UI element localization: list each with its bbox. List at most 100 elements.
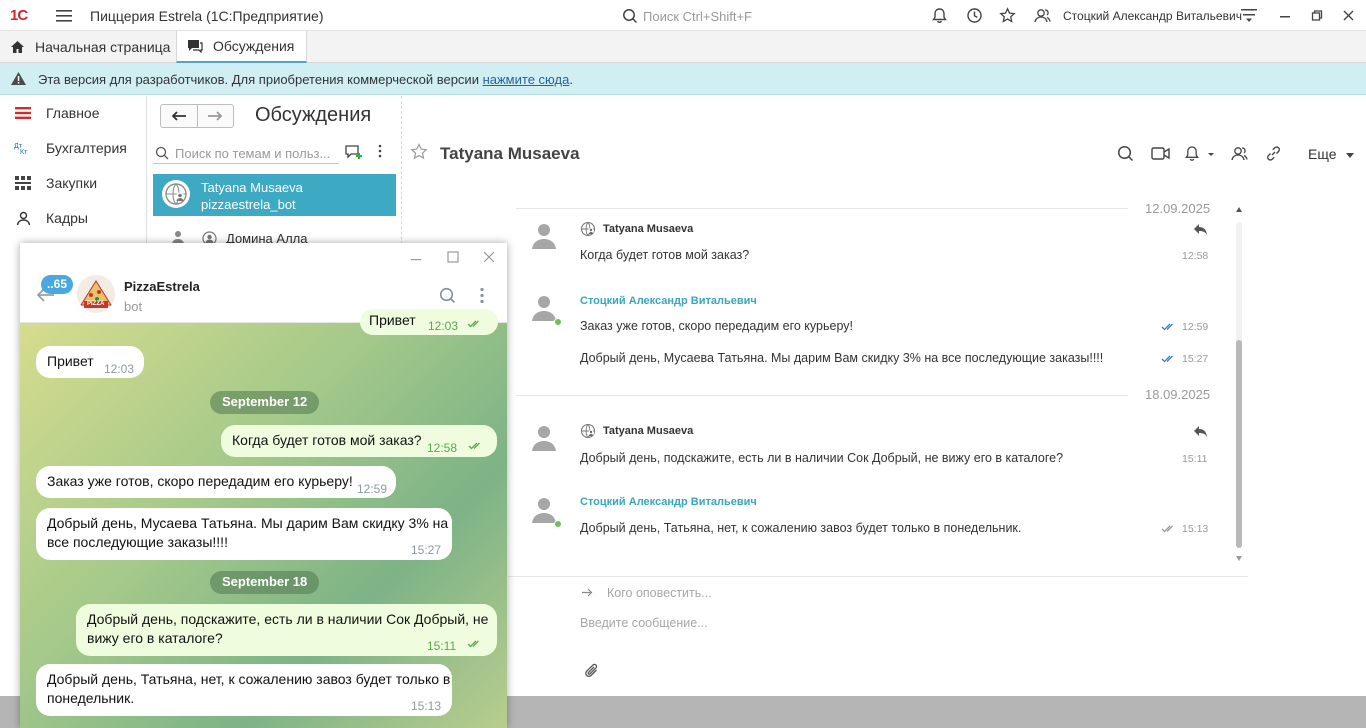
scroll-down-icon[interactable]: [1236, 556, 1242, 561]
tg-unread-badge: ..65: [41, 275, 74, 294]
conversation-search-placeholder: Поиск по темам и польз...: [175, 146, 331, 161]
purchases-icon: [0, 176, 46, 190]
online-status-dot: [554, 318, 562, 326]
read-checkmarks-icon: [467, 640, 479, 648]
tg-message-text: все последующие заказы!!!!: [47, 534, 228, 550]
message-time: 12:58: [1182, 250, 1209, 262]
search-icon[interactable]: [622, 8, 638, 24]
back-button[interactable]: [161, 105, 198, 127]
conversation-search-input[interactable]: Поиск по темам и польз...: [153, 142, 339, 164]
tab-discussions[interactable]: Обсуждения: [176, 31, 308, 63]
settings-menu-icon[interactable]: [1241, 7, 1257, 23]
new-discussion-icon[interactable]: [345, 144, 363, 161]
tg-message-time: 12:59: [357, 482, 388, 496]
tab-home-label: Начальная страница: [35, 39, 171, 55]
history-icon[interactable]: [966, 7, 983, 24]
tg-message-bubble[interactable]: Добрый день, Татьяна, нет, к сожалению з…: [36, 664, 452, 716]
tg-message-bubble[interactable]: Привет 12:03: [36, 346, 144, 378]
sidebar-item-purchases[interactable]: Закупки: [0, 166, 147, 200]
more-label: Еще: [1308, 146, 1337, 162]
avatar: [531, 222, 557, 250]
arrow-right-icon: [582, 588, 593, 597]
users-icon[interactable]: [1033, 7, 1051, 24]
tg-minimize-icon[interactable]: [410, 251, 422, 263]
online-status-dot: [554, 520, 562, 528]
read-checkmarks-icon: [1161, 322, 1176, 331]
tg-more-icon[interactable]: [479, 287, 485, 304]
debit-credit-icon: Дт Кт: [0, 141, 46, 155]
tg-message-bubble[interactable]: Заказ уже готов, скоро передадим его кур…: [36, 466, 396, 498]
favorites-star-icon[interactable]: [999, 7, 1016, 24]
sidebar-item-main[interactable]: Главное: [0, 96, 147, 130]
participants-icon[interactable]: [1230, 145, 1248, 162]
tab-home[interactable]: Начальная страница: [0, 31, 182, 63]
banner-link[interactable]: нажмите сюда: [483, 72, 570, 87]
message-text: Добрый день, подскажите, есть ли в налич…: [580, 451, 1064, 465]
conversation-name: Tatyana Musaeva: [201, 180, 303, 195]
reply-icon[interactable]: [1193, 425, 1208, 438]
tg-date-badge: September 12: [210, 391, 320, 414]
sidebar-item-hr[interactable]: Кадры: [0, 201, 147, 235]
scroll-up-icon[interactable]: [1236, 207, 1242, 212]
close-icon[interactable]: [1342, 7, 1355, 24]
notify-recipients-input[interactable]: Кого оповестить...: [607, 586, 712, 600]
conversation-subtitle: pizzaestrela_bot: [201, 197, 296, 212]
banner-suffix: .: [569, 72, 573, 87]
tg-message-time: 15:27: [411, 543, 442, 557]
tg-search-icon[interactable]: [439, 287, 456, 304]
tg-maximize-icon[interactable]: [447, 251, 459, 263]
date-separator-line: [516, 208, 1128, 209]
warning-icon: [10, 71, 27, 86]
global-search-input[interactable]: Поиск Ctrl+Shift+F: [643, 9, 752, 24]
link-icon[interactable]: [1265, 145, 1282, 162]
tab-bar: Начальная страница Обсуждения: [0, 31, 1366, 63]
main-menu-icon[interactable]: [56, 9, 72, 23]
tg-message-bubble[interactable]: Добрый день, подскажите, есть ли в налич…: [76, 604, 497, 656]
tg-message-text: понедельник.: [47, 690, 135, 706]
search-messages-icon[interactable]: [1117, 145, 1134, 162]
tg-message-text: Добрый день, подскажите, есть ли в налич…: [87, 611, 489, 627]
tg-message-text: Добрый день, Татьяна, нет, к сожалению з…: [47, 671, 451, 687]
tg-date-badge: September 18: [210, 571, 320, 594]
tg-chat-background: Привет 12:03 Привет 12:03 September 12 К…: [20, 309, 507, 728]
tg-message-text: Привет: [369, 312, 416, 328]
restore-icon[interactable]: [1311, 7, 1323, 24]
sidebar-item-label: Кадры: [46, 210, 88, 226]
message-author: Стоцкий Александр Витальевич: [580, 295, 757, 307]
tg-close-icon[interactable]: [483, 251, 495, 263]
tg-bot-avatar[interactable]: PIZZA: [77, 275, 115, 313]
date-label: 18.09.2025: [1145, 387, 1211, 402]
more-menu-button[interactable]: Еще: [1308, 146, 1355, 162]
message-author: Стоцкий Александр Витальевич: [580, 496, 757, 508]
attach-paperclip-icon[interactable]: [584, 663, 600, 680]
sidebar-item-label: Бухгалтерия: [46, 140, 127, 156]
video-call-icon[interactable]: [1151, 145, 1170, 162]
message-time: 15:27: [1182, 353, 1209, 365]
tg-message-time: 12:58: [427, 441, 458, 455]
bell-icon[interactable]: [931, 7, 948, 24]
tg-message-bubble[interactable]: Добрый день, Мусаева Татьяна. Мы дарим В…: [36, 508, 452, 560]
forward-button[interactable]: [198, 105, 234, 127]
chevron-down-icon: [1346, 152, 1355, 158]
message-input[interactable]: Введите сообщение...: [580, 616, 708, 630]
reply-icon[interactable]: [1193, 223, 1208, 236]
current-user[interactable]: Стоцкий Александр Витальевич: [1063, 9, 1242, 23]
notification-bell-icon[interactable]: [1184, 145, 1214, 162]
tg-chat-name: PizzaEstrela: [124, 279, 200, 294]
app-logo[interactable]: 1С: [10, 7, 28, 24]
tg-message-bubble[interactable]: Привет 12:03: [360, 309, 498, 335]
sidebar-item-accounting[interactable]: Дт Кт Бухгалтерия: [0, 131, 147, 165]
favorite-star-icon[interactable]: [410, 143, 428, 160]
chat-bubble-icon: [187, 39, 203, 53]
messages-scrollbar-thumb[interactable]: [1236, 340, 1242, 548]
tg-message-bubble[interactable]: Когда будет готов мой заказ? 12:58: [221, 425, 497, 457]
message-time: 12:59: [1182, 321, 1209, 333]
message-time: 15:13: [1182, 523, 1209, 535]
message-text: Добрый день, Мусаева Татьяна. Мы дарим В…: [580, 351, 1104, 365]
conversation-item-selected[interactable]: Tatyana Musaeva pizzaestrela_bot: [153, 174, 396, 216]
tg-message-text: вижу его в каталоге?: [87, 630, 223, 646]
minimize-icon[interactable]: [1279, 7, 1291, 24]
read-checkmarks-icon: [468, 442, 480, 450]
more-vertical-icon[interactable]: [377, 144, 383, 158]
banner-text: Эта версия для разработчиков. Для приобр…: [38, 72, 573, 87]
